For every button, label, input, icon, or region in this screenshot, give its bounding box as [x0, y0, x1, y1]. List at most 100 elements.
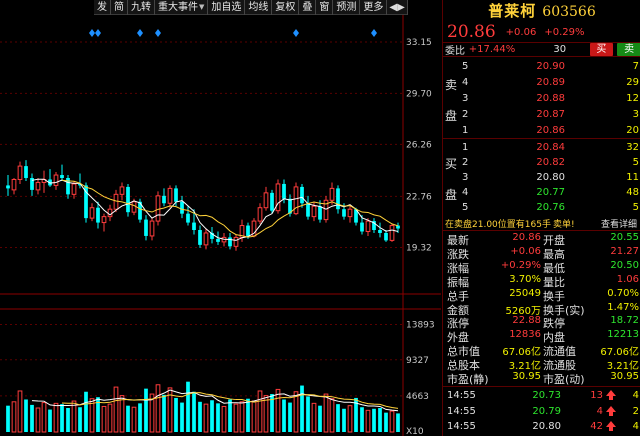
ask-price: 20.86	[536, 124, 565, 136]
candle-body	[101, 216, 107, 224]
kline-chart[interactable]: 33.15 29.70 26.26 22.76 19.32 13893 9327 4663 X1…	[0, 0, 441, 436]
volume-bar	[131, 406, 137, 433]
ask-row: 2 20.87 3	[443, 107, 640, 121]
chevron-down-icon: ▼	[199, 3, 205, 11]
volume-bar	[372, 408, 376, 432]
candle-body	[384, 232, 388, 241]
candle-body	[360, 222, 364, 232]
bid-level: 4	[462, 186, 469, 198]
volume-bar	[300, 385, 304, 432]
toolbar-button-7[interactable]: 叠	[299, 0, 317, 15]
ask-level: 5	[462, 60, 469, 72]
volume-bar	[323, 393, 329, 433]
stat-value: 25049	[509, 287, 541, 299]
volume-bar	[107, 403, 113, 433]
toolbar-label: 重大事件	[158, 2, 198, 13]
price-tick-label: 26.26	[406, 140, 432, 150]
stat-row: 涨幅 +0.29% 最低 20.50	[443, 260, 640, 275]
stat-value: 3.21亿	[606, 361, 639, 373]
stock-header: 普莱柯 603566	[443, 0, 640, 22]
volume-bar	[113, 386, 119, 433]
toolbar-button-1[interactable]: 简	[111, 0, 128, 15]
volume-bar	[318, 405, 322, 432]
candle-body	[257, 207, 263, 222]
candle-body	[389, 225, 395, 241]
tick-price: 20.73	[532, 390, 561, 401]
candle-body	[149, 220, 155, 237]
stat-value: 1.06	[616, 273, 639, 285]
weibi-row: 委比 +17.44% 30 买 卖	[443, 42, 640, 57]
ask-book: 卖 盘 5 20.90 7 4 20.89 29 3 20.88 12 2 20.87 3 1 20.86…	[443, 58, 640, 138]
toolbar-button-0[interactable]: 发	[94, 0, 111, 15]
toolbar-button-3[interactable]: 重大事件 ▼	[155, 0, 209, 15]
volume-bar	[17, 390, 23, 433]
volume-bar	[288, 402, 292, 432]
stat-value: +0.06	[510, 245, 541, 257]
stat-row: 涨跌 +0.06 最高 21.27	[443, 245, 640, 261]
kline-chart-area[interactable]: 33.15 29.70 26.26 22.76 19.32 13893 9327 4663 X1…	[0, 0, 441, 436]
toolbar-button-10[interactable]: 更多	[360, 0, 388, 15]
price-tick-label: 19.32	[406, 244, 432, 254]
toolbar-label: 复权	[275, 2, 296, 13]
candle-body	[198, 230, 202, 245]
view-detail-link[interactable]: 查看详细	[601, 217, 637, 230]
candle-body	[155, 195, 161, 222]
stat-value: 67.06亿	[600, 347, 639, 359]
candle-body	[167, 187, 173, 204]
ask-volume: 12	[626, 92, 639, 104]
volume-bar	[384, 412, 388, 432]
candle-body	[192, 222, 196, 230]
candle-body	[293, 186, 299, 215]
toolbar-label: 预测	[336, 2, 357, 13]
volume-bar	[365, 409, 371, 433]
price-change: +0.06	[505, 26, 537, 38]
sell-button[interactable]: 卖	[617, 43, 640, 56]
notice-prefix: 在卖盘21.00位置有	[445, 220, 525, 230]
stat-row: 金额 5260万 换手(实) 1.47%	[443, 302, 640, 317]
bid-volume: 11	[626, 171, 639, 183]
stats-divider	[443, 386, 640, 387]
stock-terminal: 33.15 29.70 26.26 22.76 19.32 13893 9327 4663 X1…	[0, 0, 640, 436]
volume-bar	[329, 398, 335, 433]
toolbar-button-6[interactable]: 复权	[272, 0, 300, 15]
volume-unit-label: X10	[406, 427, 424, 436]
volume-bar	[180, 402, 184, 432]
stat-value: 3.70%	[509, 273, 541, 285]
candle-body	[342, 209, 346, 217]
toolbar-button-5[interactable]: 均线	[245, 0, 273, 15]
buy-button[interactable]: 买	[589, 43, 614, 56]
tick-count: 2	[632, 405, 639, 417]
toolbar-button-9[interactable]: 预测	[333, 0, 361, 15]
bid-price: 20.77	[536, 186, 565, 198]
price-tick-label: 22.76	[406, 192, 432, 202]
tick-time: 14:55	[447, 390, 476, 401]
toolbar-button-4[interactable]: 加自选	[208, 0, 246, 15]
toolbar-button-8[interactable]: 窗	[316, 0, 334, 15]
toolbar-button-2[interactable]: 九转	[128, 0, 155, 15]
bid-book: 买 盘 1 20.84 32 2 20.82 5 3 20.80 11 4 20.77 48 5 20.7…	[443, 139, 640, 217]
candle-body	[203, 232, 209, 246]
bid-level: 2	[462, 156, 469, 168]
volume-bar	[174, 397, 178, 432]
volume-bar	[360, 407, 364, 432]
candle-body	[306, 203, 310, 217]
price-change-pct: +0.29%	[544, 26, 585, 38]
volume-bar	[389, 410, 395, 433]
volume-bar	[342, 408, 346, 432]
toolbar-label: 更多	[363, 2, 384, 13]
last-price: 20.86	[447, 22, 496, 42]
stat-value: 30.95	[610, 371, 639, 382]
tick-count: 4	[632, 421, 639, 432]
ask-price: 20.88	[536, 92, 565, 104]
candle-body	[263, 192, 269, 209]
price-row: 20.86 +0.06 +0.29%	[443, 22, 640, 42]
tick-volume: 4	[596, 405, 603, 417]
candle-body	[53, 174, 59, 186]
volume-bar	[162, 394, 166, 432]
candle-body	[365, 220, 371, 232]
scroll-icon[interactable]: ◀▶	[387, 0, 408, 15]
candle-body	[174, 188, 178, 202]
volume-tick-label: 4663	[406, 392, 429, 402]
tick-volume: 13	[590, 390, 603, 401]
volume-bar	[138, 403, 142, 432]
